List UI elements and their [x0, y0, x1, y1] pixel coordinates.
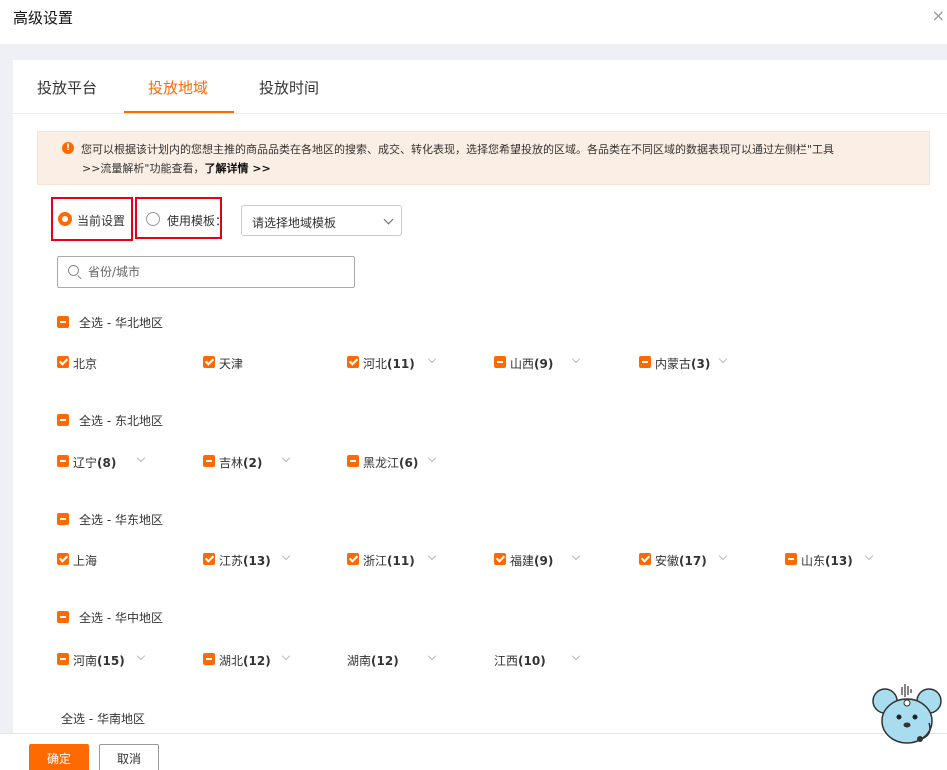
learn-more-link[interactable]: 了解详情 >> — [205, 162, 271, 175]
province-label-henan: 河南(15) — [73, 654, 125, 668]
use-template-radio[interactable] — [146, 212, 160, 226]
region-label-dongbei: 全选 - 东北地区 — [79, 414, 163, 428]
search-icon — [68, 265, 79, 276]
chevron-down-icon[interactable] — [718, 354, 728, 364]
tab-region[interactable]: 投放地域 — [148, 77, 208, 98]
province-checkbox-hubei[interactable] — [203, 653, 215, 665]
province-label-neimenggu: 内蒙古(3) — [655, 357, 711, 371]
province-checkbox-heilongjiang[interactable] — [347, 455, 359, 467]
province-checkbox-neimenggu[interactable] — [639, 356, 651, 368]
chevron-down-icon[interactable] — [718, 551, 728, 561]
province-label-anhui: 安徽(17) — [655, 554, 707, 568]
province-label-shandong: 山东(13) — [801, 554, 853, 568]
province-checkbox-hebei[interactable] — [347, 356, 359, 368]
province-label-zhejiang: 浙江(11) — [363, 554, 415, 568]
province-checkbox-liaoning[interactable] — [57, 455, 69, 467]
province-checkbox-shanxi[interactable] — [494, 356, 506, 368]
select-all-huazhong-checkbox[interactable] — [57, 611, 69, 623]
chevron-down-icon[interactable] — [136, 453, 146, 463]
dialog-header: 高级设置 × — [0, 0, 947, 44]
info-notice: ! 您可以根据该计划内的您想主推的商品品类在各地区的搜索、成交、转化表现，选择您… — [37, 131, 930, 185]
chevron-down-icon[interactable] — [427, 651, 437, 661]
close-icon[interactable]: × — [932, 6, 945, 25]
region-template-select-value: 请选择地域模板 — [252, 216, 337, 230]
chevron-down-icon[interactable] — [281, 453, 291, 463]
province-checkbox-fujian[interactable] — [494, 553, 506, 565]
province-checkbox-zhejiang[interactable] — [347, 553, 359, 565]
province-label-jiangxi[interactable]: 江西(10) — [494, 652, 546, 669]
tab-time[interactable]: 投放时间 — [259, 77, 319, 98]
province-label-tianjin: 天津 — [219, 357, 244, 371]
region-label-huabei: 全选 - 华北地区 — [79, 316, 163, 330]
province-checkbox-shanghai[interactable] — [57, 553, 69, 565]
notice-text-line1: 您可以根据该计划内的您想主推的商品品类在各地区的搜索、成交、转化表现，选择您希望… — [81, 143, 835, 156]
province-checkbox-tianjin[interactable] — [203, 356, 215, 368]
chevron-down-icon[interactable] — [571, 354, 581, 364]
province-city-search[interactable] — [57, 256, 355, 288]
province-label-shanxi: 山西(9) — [510, 357, 554, 371]
province-label-jiangsu: 江苏(13) — [219, 554, 271, 568]
region-label-huadong: 全选 - 华东地区 — [79, 513, 163, 527]
notice-text-line2-prefix: >>流量解析"功能查看， — [82, 162, 205, 175]
province-checkbox-jilin[interactable] — [203, 455, 215, 467]
province-label-liaoning: 辽宁(8) — [73, 456, 117, 470]
province-label-fujian: 福建(9) — [510, 554, 554, 568]
confirm-button[interactable]: 确定 — [29, 744, 89, 770]
active-tab-indicator — [124, 111, 234, 113]
province-label-hubei: 湖北(12) — [219, 654, 271, 668]
region-label-huanan[interactable]: 全选 - 华南地区 — [61, 710, 145, 727]
region-template-select[interactable]: 请选择地域模板 — [241, 205, 402, 236]
settings-panel: 投放平台 投放地域 投放时间 ! 您可以根据该计划内的您想主推的商品品类在各地区… — [13, 60, 947, 733]
province-label-hunan[interactable]: 湖南(12) — [347, 652, 399, 669]
chevron-down-icon[interactable] — [427, 551, 437, 561]
region-label-huazhong: 全选 - 华中地区 — [79, 611, 163, 625]
tab-platform[interactable]: 投放平台 — [37, 77, 97, 98]
province-label-beijing: 北京 — [73, 357, 98, 371]
info-icon: ! — [62, 142, 74, 154]
current-settings-label: 当前设置 — [77, 214, 126, 228]
province-checkbox-jiangsu[interactable] — [203, 553, 215, 565]
chevron-down-icon[interactable] — [864, 551, 874, 561]
chevron-down-icon[interactable] — [136, 651, 146, 661]
select-all-huadong-checkbox[interactable] — [57, 513, 69, 525]
tab-bar: 投放平台 投放地域 投放时间 — [13, 60, 947, 114]
province-label-shanghai: 上海 — [73, 554, 98, 568]
province-label-heilongjiang: 黑龙江(6) — [363, 456, 419, 470]
dialog-title: 高级设置 — [13, 9, 74, 27]
chevron-down-icon — [383, 214, 394, 225]
customer-service-mascot-icon[interactable] — [871, 677, 943, 749]
use-template-label: 使用模板： — [167, 214, 228, 228]
province-checkbox-henan[interactable] — [57, 653, 69, 665]
notice-text-line2: >>流量解析"功能查看，了解详情 >> — [82, 160, 271, 176]
chevron-down-icon[interactable] — [281, 651, 291, 661]
chevron-down-icon[interactable] — [571, 651, 581, 661]
province-label-jilin: 吉林(2) — [219, 456, 263, 470]
province-label-hebei: 河北(11) — [363, 357, 415, 371]
cancel-button[interactable]: 取消 — [99, 744, 159, 770]
select-all-dongbei-checkbox[interactable] — [57, 414, 69, 426]
current-settings-radio[interactable] — [58, 212, 72, 226]
chevron-down-icon[interactable] — [427, 453, 437, 463]
chevron-down-icon[interactable] — [427, 354, 437, 364]
province-checkbox-anhui[interactable] — [639, 553, 651, 565]
search-input[interactable] — [88, 257, 348, 287]
province-checkbox-shandong[interactable] — [785, 553, 797, 565]
chevron-down-icon[interactable] — [571, 551, 581, 561]
chevron-down-icon[interactable] — [281, 551, 291, 561]
province-checkbox-beijing[interactable] — [57, 356, 69, 368]
select-all-huabei-checkbox[interactable] — [57, 316, 69, 328]
